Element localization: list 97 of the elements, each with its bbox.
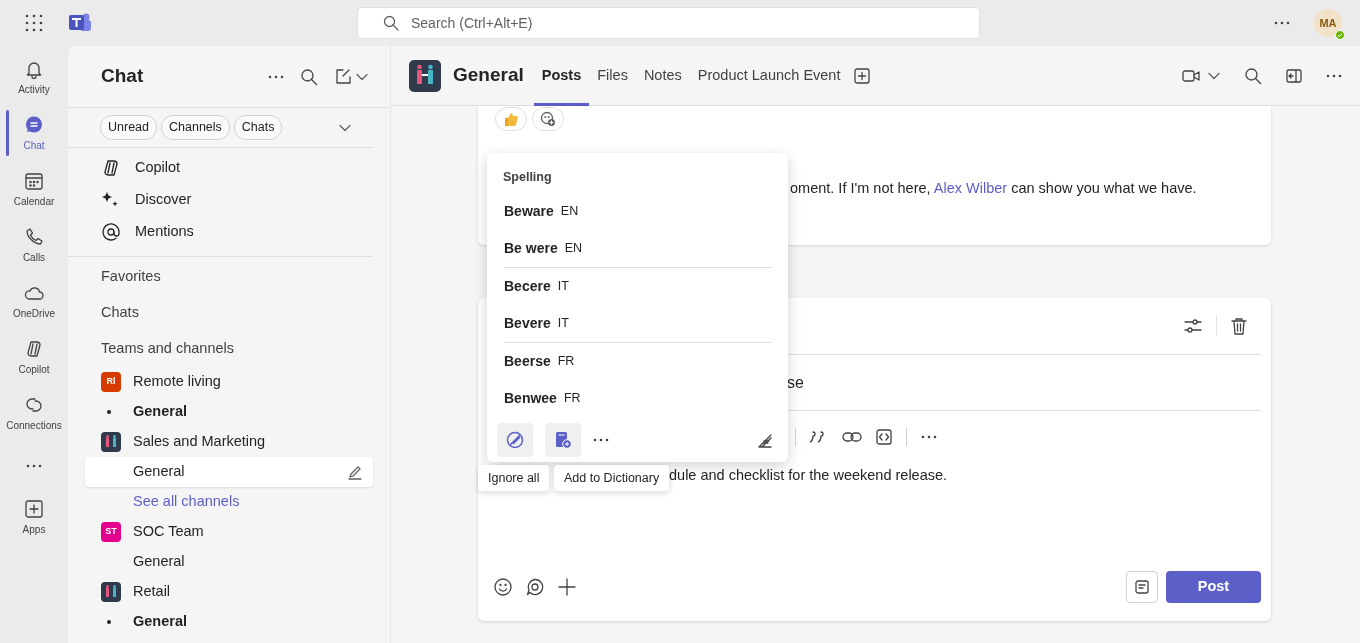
link-icon[interactable]: [842, 431, 862, 443]
ignore-icon: [506, 431, 524, 449]
suggestion-item[interactable]: Beware EN: [487, 193, 788, 230]
rail-item[interactable]: Calendar: [0, 162, 68, 218]
channel-item[interactable]: General: [85, 397, 373, 427]
plus-icon[interactable]: [558, 578, 576, 596]
filter-chip[interactable]: Chats: [233, 115, 283, 140]
tooltip: Ignore all: [478, 465, 550, 491]
team-name[interactable]: SOC Team: [133, 521, 204, 543]
channel-item[interactable]: General: [85, 607, 373, 637]
suggestion-item[interactable]: Be were EN: [487, 230, 788, 267]
rail-item[interactable]: Copilot: [0, 330, 68, 386]
tab[interactable]: Files: [589, 45, 636, 106]
channel-item[interactable]: General: [85, 457, 373, 487]
note-icon: [1135, 580, 1149, 594]
search-icon[interactable]: [300, 67, 318, 86]
code-block-icon[interactable]: [876, 429, 892, 445]
copilot-icon: [101, 158, 121, 178]
search-icon: [383, 15, 399, 31]
chevron-down-icon[interactable]: [339, 123, 351, 132]
shortcut-item[interactable]: Mentions: [68, 216, 373, 248]
at-sign-icon: [101, 222, 121, 242]
rail-item[interactable]: Calls: [0, 218, 68, 274]
app-logo-icon[interactable]: [68, 12, 92, 34]
suggestion-item[interactable]: Benwee FR: [487, 380, 788, 417]
rail-item[interactable]: Chat: [0, 106, 68, 162]
section-header[interactable]: Chats: [68, 295, 390, 331]
shortcut-item[interactable]: Discover: [68, 184, 373, 216]
suggestion-item[interactable]: Becere IT: [487, 268, 788, 305]
chevron-down-icon[interactable]: [356, 72, 368, 81]
see-all-link[interactable]: See all channels: [85, 487, 373, 517]
app-launcher-icon[interactable]: [25, 14, 43, 32]
chat-bubble-icon: [24, 115, 44, 135]
search-icon[interactable]: [1244, 66, 1262, 85]
reaction-chip[interactable]: [532, 107, 564, 131]
message-body-text: dule and checklist for the weekend release.: [669, 467, 948, 483]
team-name[interactable]: Sales and Marketing: [133, 431, 266, 453]
subject-text: se: [787, 372, 804, 393]
section-header[interactable]: Teams and channels: [68, 331, 390, 367]
post-button[interactable]: Post: [1166, 571, 1261, 603]
more-options-icon[interactable]: [1326, 73, 1342, 78]
section-header[interactable]: Favorites: [68, 259, 390, 295]
team-name[interactable]: Remote living: [133, 371, 221, 393]
more-options-icon[interactable]: [1274, 21, 1290, 25]
panel-title: Chat: [101, 65, 144, 88]
team-name[interactable]: Retail: [133, 581, 171, 603]
suggestion-item[interactable]: Beerse FR: [487, 343, 788, 380]
channel-title: General: [453, 64, 524, 87]
pen-icon[interactable]: [347, 464, 363, 480]
presence-icon: [1335, 30, 1345, 40]
phone-icon: [24, 227, 44, 247]
team-avatar: Rl: [101, 372, 121, 392]
tooltip: Add to Dictionary: [554, 465, 670, 491]
more-options-icon[interactable]: [593, 438, 609, 442]
side-panel-icon[interactable]: [1286, 68, 1302, 83]
menu-title: Spelling: [503, 170, 552, 184]
sliders-icon[interactable]: [1184, 318, 1202, 334]
more-options-icon[interactable]: [921, 435, 937, 439]
plus-square-icon: [24, 499, 44, 519]
more-options-icon[interactable]: [268, 74, 284, 79]
add-tab-icon[interactable]: [854, 67, 871, 84]
tab[interactable]: Notes: [635, 45, 690, 106]
add-dictionary-button[interactable]: [545, 423, 581, 457]
search-box[interactable]: Search (Ctrl+Alt+E): [357, 7, 980, 39]
compose-icon[interactable]: [334, 67, 352, 86]
rail-item[interactable]: OneDrive: [0, 274, 68, 330]
chevron-down-icon[interactable]: [1208, 71, 1220, 80]
team-icon: [101, 432, 121, 452]
shortcut-item[interactable]: Copilot: [68, 152, 373, 184]
team-avatar: ST: [101, 522, 121, 542]
dictionary-add-icon: [554, 431, 572, 449]
filter-chip[interactable]: Unread: [100, 115, 157, 140]
rail-item[interactable]: Activity: [0, 50, 68, 106]
bell-icon: [24, 59, 44, 79]
add-reaction-icon: [540, 111, 556, 127]
video-camera-icon[interactable]: [1182, 68, 1200, 83]
format-button[interactable]: [1126, 571, 1158, 603]
copilot-icon: [24, 339, 44, 359]
avatar[interactable]: MA: [1314, 9, 1342, 37]
rail-item[interactable]: Apps: [0, 490, 68, 546]
link-loop-icon: [24, 395, 44, 415]
filter-chip[interactable]: Channels: [161, 115, 230, 140]
mention-link[interactable]: Alex Wilber: [933, 180, 1008, 196]
team-icon: [101, 582, 121, 602]
tab[interactable]: Product Launch Event: [689, 45, 849, 106]
ignore-button[interactable]: [497, 423, 533, 457]
loop-icon[interactable]: [526, 578, 544, 596]
calendar-icon: [24, 171, 44, 191]
search-field[interactable]: Search (Ctrl+Alt+E): [409, 11, 979, 35]
trash-icon[interactable]: [1231, 317, 1247, 335]
channel-item[interactable]: General: [85, 547, 373, 577]
more-apps-icon[interactable]: [26, 464, 42, 468]
channel-icon: [409, 59, 441, 92]
emoji-icon[interactable]: [494, 578, 512, 596]
thumbs-up-icon: [503, 111, 519, 127]
suggestion-item[interactable]: Bevere IT: [487, 305, 788, 342]
rail-item[interactable]: Connections: [0, 386, 68, 442]
